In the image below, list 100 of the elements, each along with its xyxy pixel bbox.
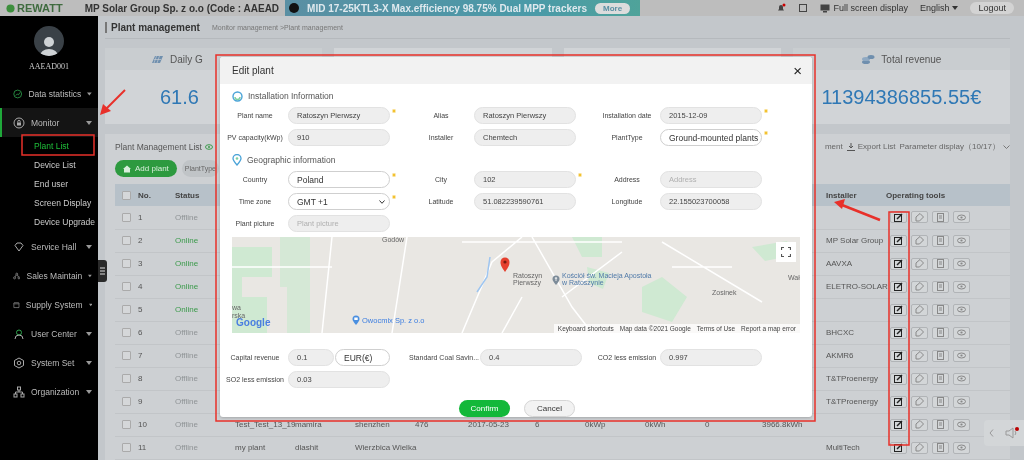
pencil-icon	[894, 259, 903, 269]
edit-button[interactable]	[890, 280, 907, 293]
card-value: 11394386855.55€	[821, 85, 982, 109]
view-button[interactable]	[953, 395, 970, 408]
sidebar-item[interactable]: User Center	[0, 319, 98, 348]
chart-icon	[13, 87, 23, 100]
row-checkbox[interactable]	[122, 236, 131, 246]
view-button[interactable]	[953, 441, 970, 454]
language-select[interactable]: English	[919, 3, 959, 13]
table-cell: 476	[415, 420, 429, 430]
submenu-item[interactable]: Device Upgrade	[0, 213, 95, 232]
edit-button[interactable]	[890, 234, 907, 247]
report-button[interactable]	[932, 257, 949, 270]
table-cell: 3966.8kWh	[762, 420, 803, 430]
select-value: GMT +1	[297, 196, 328, 207]
row-checkbox[interactable]	[122, 213, 131, 222]
row-checkbox[interactable]	[122, 282, 131, 292]
view-button[interactable]	[953, 326, 970, 339]
edit-button[interactable]	[890, 326, 907, 339]
view-button[interactable]	[953, 349, 970, 362]
edit-button[interactable]	[890, 418, 907, 431]
column-header: Installer	[826, 190, 857, 200]
tag-icon	[915, 282, 924, 292]
pencil-icon	[894, 351, 903, 361]
export-link[interactable]: Export List	[846, 142, 896, 152]
row-checkbox[interactable]	[122, 397, 131, 407]
input-field[interactable]: Poland	[288, 171, 390, 188]
row-checkbox[interactable]	[122, 328, 131, 338]
caret-down-icon	[86, 244, 92, 249]
view-button[interactable]	[953, 303, 970, 316]
pencil-icon	[894, 374, 903, 384]
sidebar-item[interactable]: Data statistics	[0, 79, 98, 108]
table-cell: 11	[138, 443, 147, 453]
submenu-item[interactable]: Device List	[0, 156, 76, 175]
select-field[interactable]: Ground-mounted plants	[660, 129, 762, 146]
logout-button[interactable]: Logout	[970, 2, 1014, 14]
report-button[interactable]	[932, 303, 949, 316]
edit-button[interactable]	[890, 303, 907, 316]
edit-button[interactable]	[890, 395, 907, 408]
report-button[interactable]	[932, 280, 949, 293]
parameter-dropdown[interactable]: Parameter display（10/17）	[899, 141, 1010, 153]
report-button[interactable]	[932, 234, 949, 247]
edit-button[interactable]	[890, 372, 907, 385]
submenu-item[interactable]: Plant List	[0, 137, 69, 156]
table-cell: 6	[138, 328, 143, 338]
report-button[interactable]	[932, 211, 949, 224]
toolbar-link[interactable]: ment	[824, 142, 843, 152]
header-checkbox[interactable]	[122, 190, 131, 200]
fullscreen-button[interactable]	[776, 242, 796, 262]
sidebar-item[interactable]: Sales Maintain	[0, 261, 98, 290]
pencil-icon	[894, 328, 903, 338]
table-cell: ELETRO-SOLAR	[826, 282, 888, 292]
card-value: 61.6	[160, 85, 199, 109]
edit-button[interactable]	[890, 257, 907, 270]
table-cell: 1	[138, 213, 143, 222]
document-icon	[936, 374, 945, 384]
table-cell: MultiTech	[826, 443, 860, 453]
tag-icon	[915, 236, 924, 246]
unit-field[interactable]: EUR(€)	[335, 349, 390, 366]
report-button[interactable]	[932, 372, 949, 385]
row-checkbox[interactable]	[122, 443, 131, 453]
view-button[interactable]	[953, 211, 970, 224]
sidebar-item[interactable]: System Set	[0, 348, 98, 377]
column-header: Operating tools	[886, 190, 946, 200]
collapse-handle[interactable]	[98, 260, 107, 282]
submenu-item[interactable]: End user	[0, 175, 69, 194]
submenu-item[interactable]: Screen Display	[0, 194, 92, 213]
shop-pin-icon	[352, 315, 360, 325]
eye-icon	[957, 328, 966, 338]
report-button[interactable]	[932, 326, 949, 339]
pencil-icon	[894, 282, 903, 292]
select-field[interactable]: GMT +1	[288, 193, 390, 210]
row-checkbox[interactable]	[122, 305, 131, 315]
view-button[interactable]	[953, 234, 970, 247]
row-checkbox[interactable]	[122, 420, 131, 430]
view-button[interactable]	[953, 372, 970, 385]
edit-button[interactable]	[890, 349, 907, 362]
view-button[interactable]	[953, 257, 970, 270]
report-button[interactable]	[932, 418, 949, 431]
sidebar-item[interactable]: Service Hall	[0, 232, 98, 261]
table-cell: shenzhen	[355, 420, 390, 430]
sidebar-item[interactable]: Monitor	[0, 108, 98, 137]
cancel-button[interactable]: Cancel	[524, 400, 575, 417]
sidebar-item[interactable]: Organization	[0, 377, 98, 406]
row-checkbox[interactable]	[122, 374, 131, 384]
view-button[interactable]	[953, 418, 970, 431]
report-button[interactable]	[932, 349, 949, 362]
square-icon	[798, 3, 809, 13]
view-button[interactable]	[953, 280, 970, 293]
caret-down-icon	[952, 6, 959, 10]
row-checkbox[interactable]	[122, 351, 131, 361]
report-button[interactable]	[932, 395, 949, 408]
section-title: Geographic information	[247, 155, 336, 165]
fullscreen-link[interactable]: Full screen display	[820, 3, 908, 13]
monitor-icon	[820, 3, 831, 13]
sidebar-item[interactable]: Supply System	[0, 290, 98, 319]
report-button[interactable]	[932, 441, 949, 454]
row-checkbox[interactable]	[122, 259, 131, 269]
close-button[interactable]: ×	[793, 63, 802, 78]
eye-icon	[957, 397, 966, 407]
